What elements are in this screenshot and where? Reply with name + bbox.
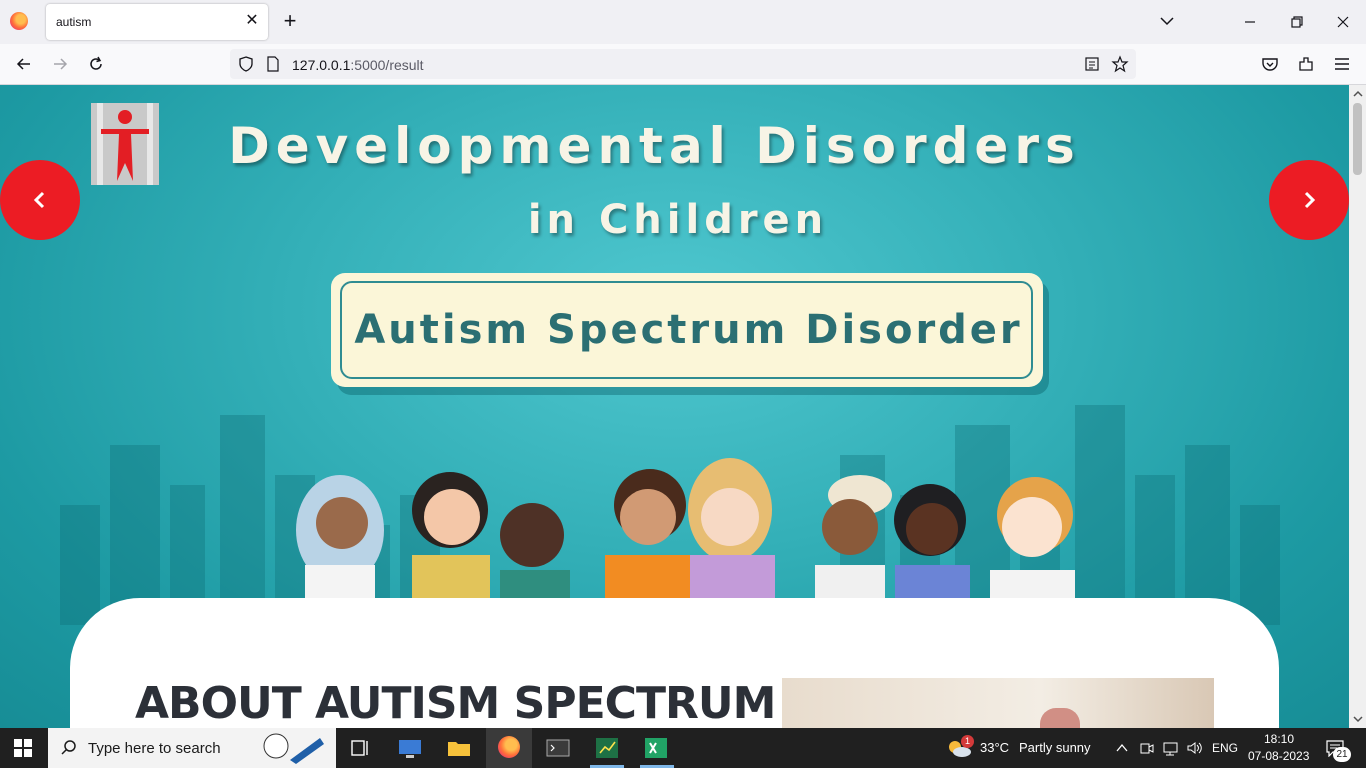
tab-title: autism [56, 15, 92, 29]
bookmark-star-icon[interactable] [1111, 55, 1129, 73]
reload-icon[interactable] [86, 54, 106, 74]
terminal-icon[interactable] [545, 736, 571, 760]
page-viewport: Developmental Disorders in Children Auti… [0, 85, 1349, 728]
weather-temperature[interactable]: 33°C [980, 740, 1009, 755]
hero-subtitle: in Children [527, 197, 829, 243]
volume-icon[interactable] [1186, 740, 1204, 756]
scroll-down-icon[interactable] [1353, 714, 1363, 724]
about-heading: ABOUT AUTISM SPECTRUM [135, 678, 776, 728]
task-view-icon[interactable] [347, 736, 373, 760]
clock-date[interactable]: 07-08-2023 [1248, 749, 1309, 763]
new-tab-button[interactable]: + [280, 10, 300, 32]
tab-close-icon[interactable]: ✕ [244, 12, 260, 30]
shield-icon[interactable] [238, 56, 254, 72]
badge-border: Autism Spectrum Disorder [340, 281, 1033, 379]
page-icon[interactable] [266, 56, 280, 72]
chart-app-icon[interactable] [594, 736, 620, 760]
carousel-prev-button[interactable] [0, 160, 80, 240]
disorder-badge: Autism Spectrum Disorder [331, 273, 1043, 387]
football-widget-icon[interactable] [260, 730, 326, 766]
page-scrollbar[interactable] [1349, 85, 1366, 728]
restore-icon[interactable] [1285, 10, 1309, 34]
tab-strip: autism ✕ + [0, 0, 1366, 44]
meet-now-icon[interactable] [1139, 740, 1155, 756]
chevron-right-icon [1304, 191, 1316, 209]
carousel-next-button[interactable] [1269, 160, 1349, 240]
chevron-left-icon [33, 191, 45, 209]
about-image [782, 678, 1214, 728]
minimize-icon[interactable] [1238, 10, 1262, 34]
file-explorer-icon[interactable] [446, 736, 472, 760]
windows-taskbar: Type here to search 1 33°C Partly sunny … [0, 728, 1366, 768]
list-all-tabs-icon[interactable] [1158, 12, 1176, 30]
menu-icon[interactable] [1332, 54, 1352, 74]
extensions-icon[interactable] [1296, 54, 1316, 74]
scroll-up-icon[interactable] [1353, 89, 1363, 99]
network-icon[interactable] [1162, 740, 1180, 756]
weather-description[interactable]: Partly sunny [1019, 740, 1091, 755]
firefox-icon[interactable] [10, 12, 28, 30]
url-text[interactable]: 127.0.0.1:5000/result [292, 57, 424, 73]
back-icon[interactable] [14, 54, 34, 74]
hero-title: Developmental Disorders [228, 117, 1081, 175]
about-section: ABOUT AUTISM SPECTRUM [70, 598, 1279, 728]
weather-alert-badge: 1 [961, 735, 974, 748]
tab-autism[interactable]: autism ✕ [46, 4, 268, 40]
reader-view-icon[interactable] [1084, 56, 1100, 72]
clock-time[interactable]: 18:10 [1264, 732, 1294, 746]
taskbar-search-input[interactable]: Type here to search [48, 728, 336, 768]
close-window-icon[interactable] [1331, 10, 1355, 34]
firefox-taskbar-icon [498, 736, 520, 758]
search-icon [61, 740, 76, 755]
pocket-icon[interactable] [1260, 54, 1280, 74]
children-illustration [296, 458, 1075, 600]
search-placeholder: Type here to search [88, 740, 221, 757]
navigation-bar: 127.0.0.1:5000/result [0, 44, 1366, 85]
windows-start-icon[interactable] [14, 739, 32, 757]
badge-label: Autism Spectrum Disorder [354, 307, 1023, 353]
hand-photo-detail [1040, 708, 1080, 728]
url-bar[interactable]: 127.0.0.1:5000/result [230, 49, 1136, 79]
show-hidden-icons-icon[interactable] [1115, 741, 1129, 755]
language-indicator[interactable]: ENG [1212, 741, 1238, 755]
notification-count-badge: 21 [1333, 747, 1351, 762]
firefox-taskbar-button[interactable] [486, 728, 532, 768]
excel-icon[interactable] [643, 736, 669, 760]
hero-banner: Developmental Disorders in Children Auti… [0, 85, 1349, 728]
forward-icon[interactable] [50, 54, 70, 74]
desktop-app-icon[interactable] [397, 736, 423, 760]
scroll-thumb[interactable] [1353, 103, 1362, 175]
